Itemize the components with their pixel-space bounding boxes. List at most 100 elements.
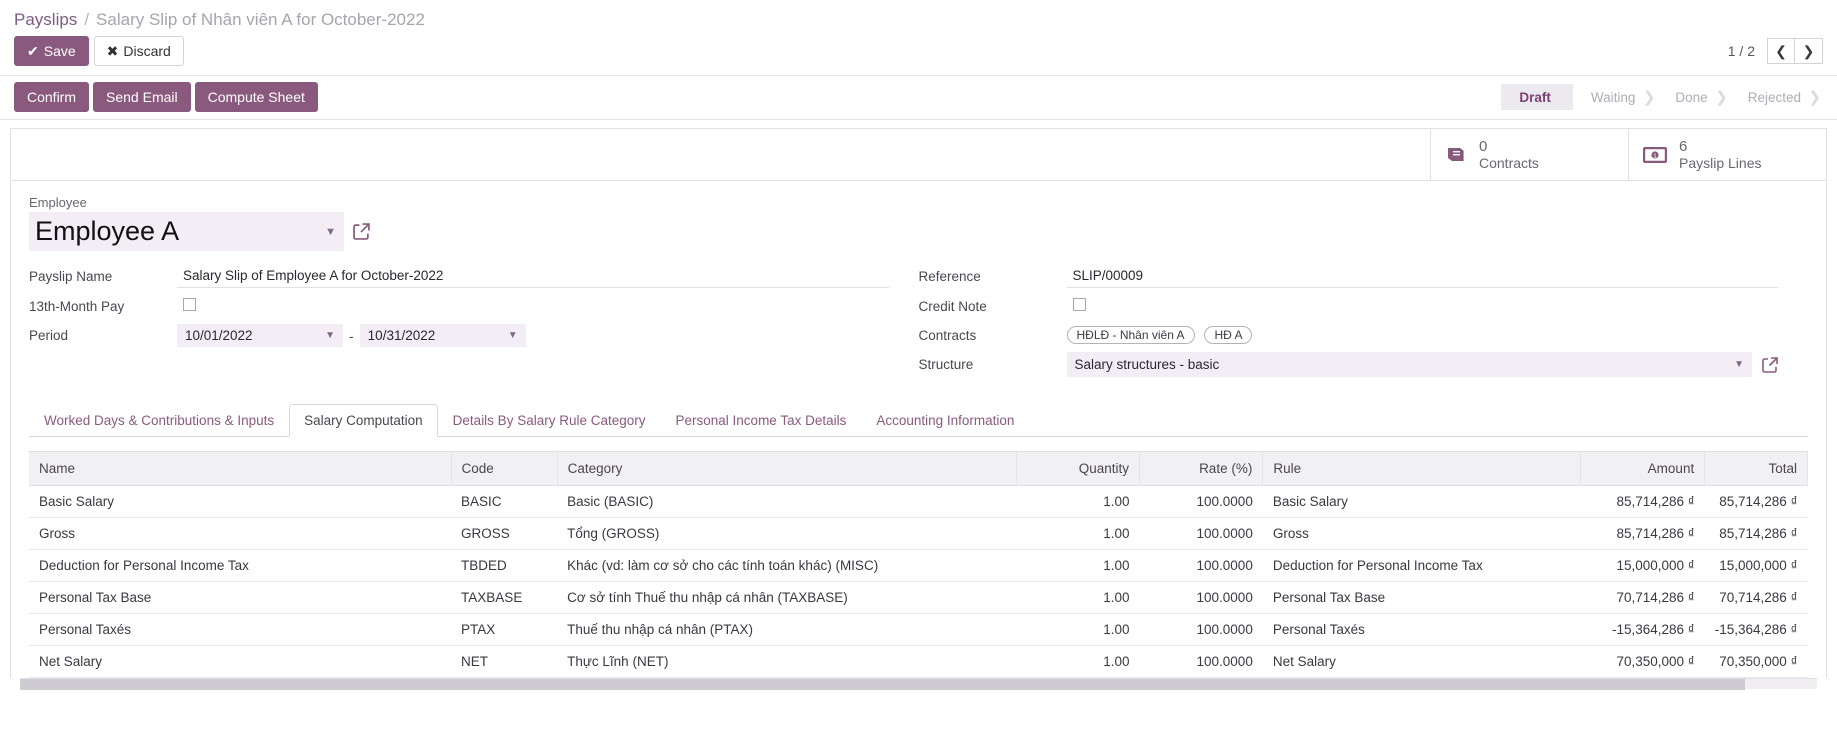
contract-tag[interactable]: HĐLĐ - Nhân viên A: [1066, 326, 1195, 345]
line-name: Personal Tax Base: [29, 581, 452, 615]
line-quantity: 1.00: [1016, 645, 1140, 679]
line-quantity: 1.00: [1016, 549, 1140, 583]
13th-month-pay-checkbox[interactable]: [183, 298, 196, 312]
structure-input[interactable]: Salary structures - basic ▼: [1066, 352, 1752, 378]
check-icon: ✔: [27, 43, 39, 59]
reference-input[interactable]: SLIP/00009: [1066, 264, 1778, 289]
salary-computation-table-wrap: Name Code Category Quantity Rate (%) Rul…: [29, 437, 1808, 679]
period-date-from-input[interactable]: 10/01/2022 ▼: [177, 324, 343, 348]
stat-button-contracts[interactable]: 0 Contracts: [1430, 129, 1628, 181]
line-code: TAXBASE: [451, 581, 558, 615]
status-waiting-label: Waiting: [1590, 89, 1636, 105]
tab-personal-income-tax-details[interactable]: Personal Income Tax Details: [661, 404, 862, 437]
line-rule: Deduction for Personal Income Tax: [1262, 549, 1581, 583]
pager-previous-button[interactable]: ❮: [1767, 38, 1795, 64]
caret-down-icon[interactable]: ▼: [325, 330, 335, 341]
field-period: Period 10/01/2022 ▼ - 10/31/2022 ▼: [29, 321, 889, 350]
discard-button-label: Discard: [123, 43, 171, 59]
caret-down-icon[interactable]: ▼: [508, 330, 518, 341]
workflow-bar: Confirm Send Email Compute Sheet Draft W…: [0, 76, 1837, 120]
line-code: BASIC: [451, 485, 558, 519]
breadcrumb-root-link[interactable]: Payslips: [14, 10, 77, 30]
tab-salary-computation[interactable]: Salary Computation: [289, 404, 438, 438]
column-header-category[interactable]: Category: [557, 451, 1017, 487]
employee-input[interactable]: Employee A ▼: [29, 212, 344, 252]
contract-tag[interactable]: HĐ A: [1204, 326, 1253, 345]
confirm-button[interactable]: Confirm: [14, 82, 90, 112]
line-category: Tổng (GROSS): [557, 517, 1017, 551]
contracts-label: Contracts: [918, 327, 977, 343]
sheet-container: 0 Contracts 1 6 Payslip Lines Employee E…: [0, 120, 1837, 691]
column-header-amount[interactable]: Amount: [1580, 451, 1706, 487]
column-header-rate[interactable]: Rate (%): [1139, 451, 1264, 487]
column-header-name[interactable]: Name: [29, 451, 452, 487]
column-header-total[interactable]: Total: [1704, 451, 1808, 487]
line-name: Deduction for Personal Income Tax: [29, 549, 452, 583]
record-pager: 1 / 2 ❮ ❯: [1728, 38, 1823, 64]
compute-sheet-button[interactable]: Compute Sheet: [194, 82, 318, 112]
line-quantity: 1.00: [1016, 613, 1140, 647]
discard-button[interactable]: ✖ Discard: [93, 36, 184, 66]
table-row[interactable]: Personal Taxés PTAX Thuế thu nhập cá nhân …: [29, 613, 1808, 647]
line-category: Thuế thu nhập cá nhân (PTAX): [557, 613, 1017, 647]
table-row[interactable]: Net Salary NET Thực Lĩnh (NET) 1.00 100.0000…: [29, 645, 1808, 679]
structure-external-link-icon[interactable]: [1762, 357, 1778, 373]
status-rejected[interactable]: Rejected ❯: [1730, 84, 1823, 110]
line-quantity: 1.00: [1016, 581, 1140, 615]
line-rate: 100.0000: [1139, 645, 1263, 679]
period-date-to-input[interactable]: 10/31/2022 ▼: [359, 324, 526, 348]
employee-field-label: Employee: [29, 195, 87, 211]
action-bar: ✔ Save ✖ Discard 1 / 2 ❮ ❯: [0, 36, 1837, 76]
line-amount: -15,364,286 ₫: [1580, 613, 1705, 647]
employee-external-link-icon[interactable]: [353, 223, 370, 241]
horizontal-scrollbar-thumb[interactable]: [20, 679, 1746, 691]
payslip-name-input[interactable]: Salary Slip of Employee A for October-20…: [177, 264, 889, 289]
field-13th-month-pay: 13th-Month Pay: [29, 291, 889, 321]
status-done[interactable]: Done ❯: [1657, 84, 1729, 110]
structure-value: Salary structures - basic: [1074, 357, 1220, 373]
column-header-quantity[interactable]: Quantity: [1016, 451, 1141, 487]
caret-down-icon[interactable]: ▼: [325, 226, 336, 238]
table-row[interactable]: Gross GROSS Tổng (GROSS) 1.00 100.0000 Gross 8…: [29, 517, 1808, 551]
chevron-right-icon: ❯: [1642, 89, 1656, 106]
field-reference: Reference SLIP/00009: [918, 261, 1778, 291]
send-email-button[interactable]: Send Email: [93, 82, 191, 112]
table-row[interactable]: Basic Salary BASIC Basic (BASIC) 1.00 100.00…: [29, 485, 1808, 519]
line-rate: 100.0000: [1139, 581, 1263, 615]
stat-button-box: 0 Contracts 1 6 Payslip Lines: [11, 129, 1826, 182]
line-rule: Gross: [1262, 517, 1581, 551]
breadcrumb: Payslips / Salary Slip of Nhân viên A fo…: [0, 0, 1837, 36]
save-button[interactable]: ✔ Save: [14, 36, 89, 66]
status-waiting[interactable]: Waiting ❯: [1573, 84, 1658, 110]
tab-accounting-information[interactable]: Accounting Information: [861, 404, 1029, 437]
tab-details-by-salary-rule-category[interactable]: Details By Salary Rule Category: [438, 404, 661, 437]
horizontal-scrollbar[interactable]: [20, 678, 1817, 691]
credit-note-checkbox[interactable]: [1072, 298, 1086, 312]
status-draft[interactable]: Draft: [1501, 84, 1574, 110]
table-row[interactable]: Deduction for Personal Income Tax TBDED Kh…: [29, 549, 1808, 583]
pager-next-button[interactable]: ❯: [1795, 38, 1823, 64]
chevron-right-icon: ❯: [1808, 89, 1821, 106]
line-total: 70,350,000 ₫: [1704, 645, 1808, 679]
field-contracts: Contracts HĐLĐ - Nhân viên A HĐ A: [919, 321, 1779, 349]
line-code: PTAX: [451, 613, 558, 647]
table-header-row: Name Code Category Quantity Rate (%) Rul…: [29, 451, 1808, 487]
book-icon: [1445, 146, 1467, 164]
chevron-left-icon: ❮: [1775, 42, 1787, 59]
line-category: Khác (vd: làm cơ sở cho các tính toán kh…: [557, 549, 1017, 583]
reference-label: Reference: [918, 268, 981, 284]
line-quantity: 1.00: [1016, 517, 1140, 551]
column-header-code[interactable]: Code: [451, 451, 558, 487]
column-header-rule[interactable]: Rule: [1262, 451, 1582, 487]
line-total: 70,714,286 ₫: [1704, 581, 1808, 615]
caret-down-icon[interactable]: ▼: [1734, 359, 1744, 370]
table-row[interactable]: Personal Tax Base TAXBASE Cơ sở tính Thuế …: [29, 581, 1808, 615]
pager-count: 1 / 2: [1727, 43, 1755, 59]
tab-worked-days[interactable]: Worked Days & Contributions & Inputs: [29, 404, 289, 437]
stat-payslip-lines-value: 6: [1679, 138, 1688, 155]
status-rejected-label: Rejected: [1747, 89, 1801, 105]
stat-button-payslip-lines[interactable]: 1 6 Payslip Lines: [1628, 129, 1826, 181]
form-groups: Payslip Name Salary Slip of Employee A f…: [11, 253, 1826, 390]
status-draft-label: Draft: [1519, 89, 1551, 105]
line-rate: 100.0000: [1139, 485, 1263, 519]
